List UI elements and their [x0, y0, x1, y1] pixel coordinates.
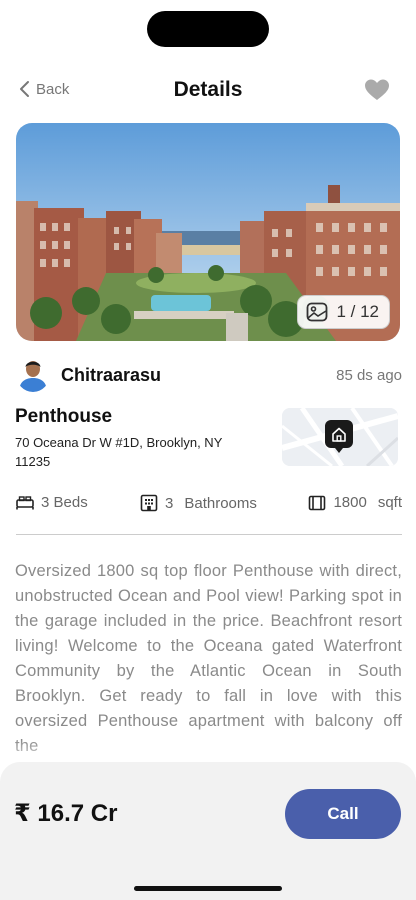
beds-text: 3 Beds — [41, 494, 88, 511]
bed-icon — [16, 495, 34, 509]
header: Back Details — [0, 72, 416, 108]
phone-screen: Back Details 1 / 12 Chitraarasu 85 ds ag… — [0, 0, 416, 900]
area-value: 1800 — [333, 494, 367, 511]
owner-row: Chitraarasu 85 ds ago — [16, 356, 402, 392]
home-indicator — [134, 886, 282, 891]
area-unit: sqft — [377, 494, 402, 511]
photo-counter-text: 1 / 12 — [336, 302, 379, 321]
posted-time: 85 ds ago — [336, 367, 402, 384]
spec-area: 1800 sqft — [308, 494, 402, 511]
property-photo[interactable]: 1 / 12 — [16, 123, 400, 341]
image-icon — [307, 302, 328, 322]
divider — [16, 534, 402, 535]
spec-baths: 3 Bathrooms — [140, 494, 257, 512]
home-pin-icon — [325, 420, 353, 453]
bottom-bar: ₹ 16.7 Cr Call — [0, 762, 416, 900]
call-button[interactable]: Call — [285, 789, 401, 839]
owner-name: Chitraarasu — [61, 365, 162, 385]
heart-icon[interactable] — [364, 78, 390, 102]
map-thumbnail[interactable] — [282, 408, 398, 466]
building-icon — [140, 494, 158, 512]
property-title: Penthouse — [15, 406, 113, 427]
spec-beds: 3 Beds — [16, 494, 88, 511]
baths-label: Bathrooms — [184, 494, 257, 512]
photo-counter[interactable]: 1 / 12 — [297, 295, 390, 329]
area-icon — [309, 495, 326, 510]
property-address: 70 Oceana Dr W #1D, Brooklyn, NY 11235 — [15, 435, 223, 469]
avatar[interactable] — [16, 356, 50, 392]
property-specs: 3 Beds 3 Bathrooms 1800 sqft — [16, 494, 402, 516]
dynamic-island — [147, 11, 269, 47]
page-title: Details — [173, 78, 243, 101]
property-description: Oversized 1800 sq top floor Penthouse wi… — [15, 562, 402, 755]
price: ₹ 16.7 Cr — [14, 800, 118, 827]
baths-count: 3 — [165, 494, 174, 512]
